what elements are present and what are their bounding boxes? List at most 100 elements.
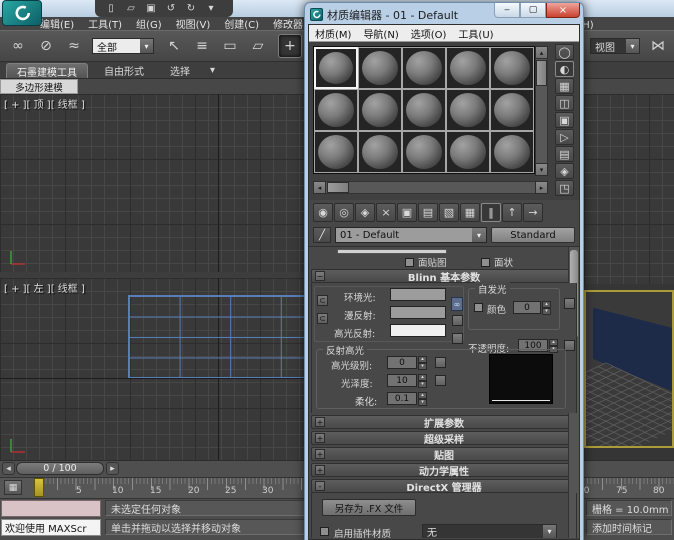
me-menu-navigation[interactable]: 导航(N) [363,26,398,41]
expand-icon[interactable]: + [315,449,325,459]
material-type-button[interactable]: Standard [491,227,575,243]
material-sample-slot[interactable] [446,47,490,89]
3dsmax-logo[interactable] [2,0,42,26]
maxscript-mini-listener[interactable] [1,500,101,517]
material-sample-slot[interactable] [490,89,534,131]
vscroll-thumb[interactable] [536,60,547,86]
menu-modifiers[interactable]: 修改器 [273,16,303,31]
self-illum-color-checkbox[interactable] [474,303,483,312]
material-sample-slot[interactable] [490,47,534,89]
self-illum-value[interactable]: 0 [513,301,541,314]
save-icon[interactable]: ▣ [143,2,159,15]
pick-material-eyedropper-icon[interactable]: ╱ [313,227,331,243]
opacity-map-button[interactable] [564,340,575,351]
material-sample-slot-active[interactable] [314,47,358,89]
time-next-icon[interactable]: ▸ [106,462,119,475]
enable-plugin-checkbox[interactable] [320,527,329,536]
viewport-left-label[interactable]: [ + ][ 左 ][ 线框 ] [4,280,85,295]
open-file-icon[interactable]: ▱ [123,2,139,15]
faceted-checkbox[interactable]: 面状 [481,255,513,269]
show-end-result-icon[interactable]: ‖ [481,203,501,222]
scroll-right-icon[interactable]: ▸ [535,181,548,194]
qat-menu-icon[interactable]: ▾ [203,2,219,15]
self-illum-map-button[interactable] [564,298,575,309]
specular-map-button[interactable] [452,333,463,344]
reset-map-icon[interactable]: × [376,203,396,222]
assign-material-icon[interactable]: ◈ [355,203,375,222]
track-bar-options-icon[interactable]: ▦ [4,480,22,495]
minimize-icon[interactable]: ‒ [494,3,520,18]
menu-tools[interactable]: 工具(T) [88,16,122,31]
me-menu-options[interactable]: 选项(O) [411,26,447,41]
unlink-selection-icon[interactable]: ⊘ [34,34,58,58]
new-file-icon[interactable]: ▯ [103,2,119,15]
select-and-link-icon[interactable]: ∞ [6,34,30,58]
put-material-to-scene-icon[interactable]: ◎ [334,203,354,222]
save-as-fx-button[interactable]: 另存为 .FX 文件 [322,499,416,516]
material-sample-slot[interactable] [358,47,402,89]
reference-coord-dropdown[interactable]: 视图 ▾ [590,38,640,54]
material-sample-slot[interactable] [314,131,358,173]
rollout-extended-params[interactable]: + 扩展参数 [311,415,577,429]
rollout-dynamics[interactable]: + 动力学属性 [311,463,577,477]
material-sample-slot[interactable] [446,131,490,173]
maximize-icon[interactable]: ▢ [520,3,546,18]
lock-colors-icon[interactable]: ∞ [451,297,463,311]
window-crossing-icon[interactable]: ▱ [246,34,270,58]
menu-views[interactable]: 视图(V) [176,16,211,31]
put-to-library-icon[interactable]: ▤ [418,203,438,222]
scroll-down-icon[interactable]: ▾ [535,163,548,176]
ribbon-minimize-icon[interactable]: ▾ [206,63,219,78]
tab-freeform[interactable]: 自由形式 [94,63,154,78]
rollout-supersampling[interactable]: + 超级采样 [311,431,577,445]
material-map-navigator-icon[interactable]: ◳ [555,180,574,196]
material-id-channel-icon[interactable]: ▧ [439,203,459,222]
sample-type-icon[interactable]: ◯ [555,44,574,60]
material-sample-slot[interactable] [490,131,534,173]
soften-value[interactable]: 0.1 [387,392,417,405]
polygon-modeling-panel[interactable]: 多边形建模 [0,79,78,94]
time-marker[interactable] [34,478,44,497]
options-icon[interactable]: ▤ [555,146,574,162]
menu-group[interactable]: 组(G) [136,16,162,31]
material-sample-slot[interactable] [314,89,358,131]
menu-edit[interactable]: 编辑(E) [40,16,74,31]
show-map-in-viewport-icon[interactable]: ▦ [460,203,480,222]
viewport-perspective[interactable] [584,290,674,448]
hscroll-thumb[interactable] [327,182,349,193]
material-sample-slot[interactable] [402,47,446,89]
menu-create[interactable]: 创建(C) [224,16,259,31]
diffuse-color-swatch[interactable] [390,306,446,319]
material-name-dropdown[interactable]: 01 - Default ▾ [335,227,487,243]
soften-spinner[interactable]: ▴▾ [418,392,427,405]
self-illum-spinner[interactable]: ▴▾ [542,301,551,314]
plugin-material-dropdown[interactable]: 无 ▾ [422,524,557,538]
collapse-icon[interactable]: − [315,271,325,281]
bind-to-space-warp-icon[interactable]: ≈ [62,34,86,58]
select-and-move-icon[interactable]: + [278,34,302,58]
backlight-icon[interactable]: ◐ [555,61,574,77]
make-copy-icon[interactable]: ▣ [397,203,417,222]
material-sample-slot[interactable] [402,89,446,131]
material-sample-slot[interactable] [358,131,402,173]
glossiness-map-button[interactable] [435,375,446,386]
video-color-check-icon[interactable]: ▣ [555,112,574,128]
viewport-front[interactable] [584,94,674,284]
go-to-parent-icon[interactable]: ↑ [502,203,522,222]
expand-icon[interactable]: + [315,465,325,475]
rollout-directx-manager[interactable]: - DirectX 管理器 [311,479,577,493]
background-icon[interactable]: ▦ [555,78,574,94]
glossiness-value[interactable]: 10 [387,374,417,387]
scroll-up-icon[interactable]: ▴ [535,46,548,59]
viewport-top-label[interactable]: [ + ][ 顶 ][ 线框 ] [4,96,85,111]
material-sample-slot[interactable] [358,89,402,131]
blinn-rollout-header[interactable]: − Blinn 基本参数 [311,269,577,283]
rectangular-region-icon[interactable]: ▭ [218,34,242,58]
shader-dropdown-partial[interactable] [337,249,447,254]
specular-level-map-button[interactable] [435,357,446,368]
ambient-color-swatch[interactable] [390,288,446,301]
wireframe-object[interactable] [128,295,330,378]
face-map-checkbox[interactable]: 面贴图 [405,255,447,269]
diffuse-map-button[interactable] [452,315,463,326]
specular-level-spinner[interactable]: ▴▾ [418,356,427,369]
